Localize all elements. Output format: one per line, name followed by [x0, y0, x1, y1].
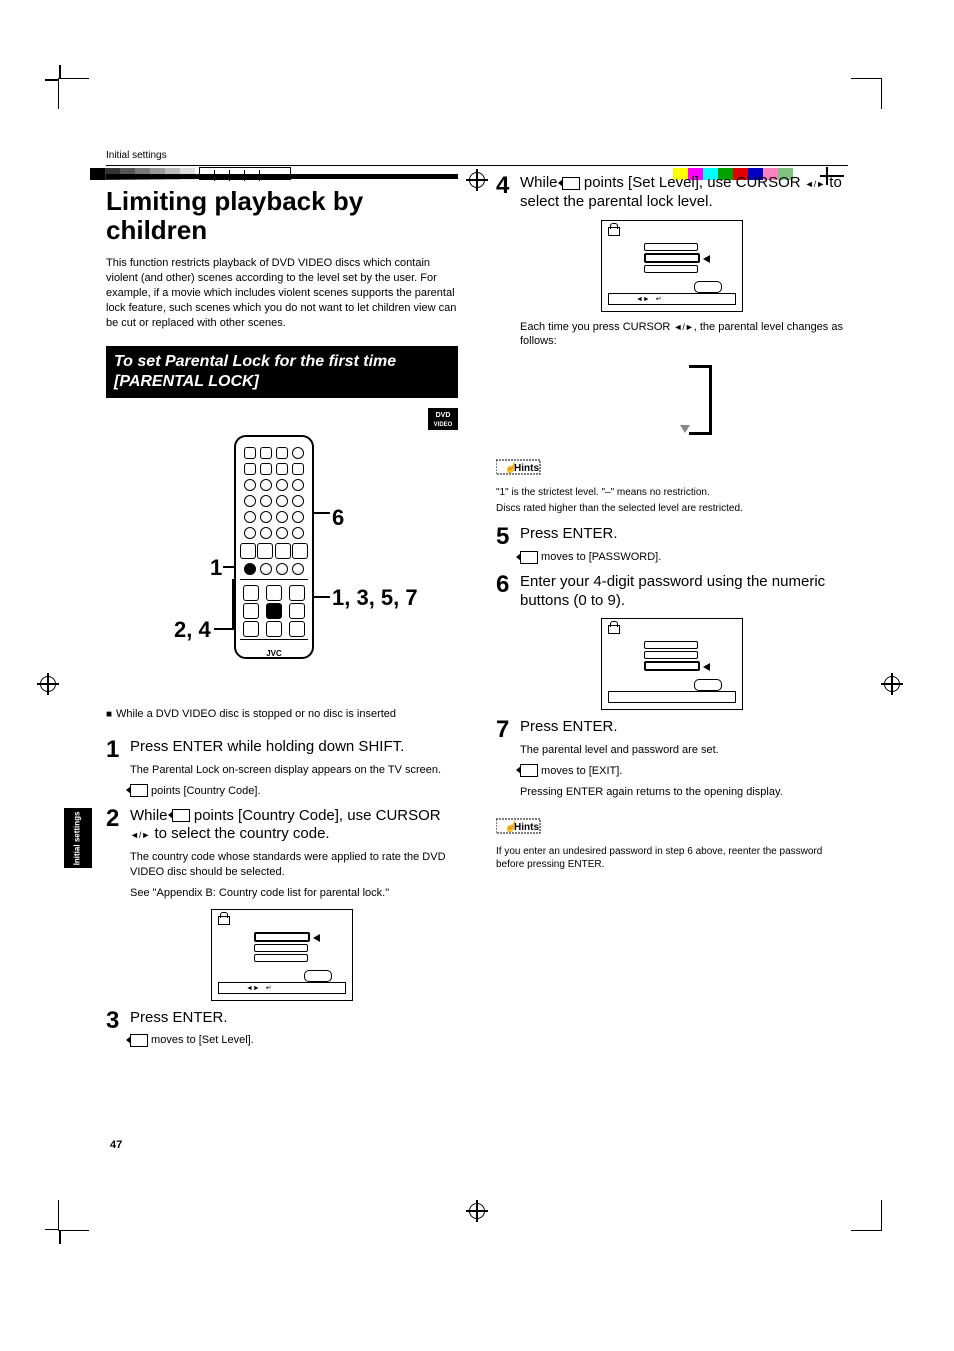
step-number-7: 7 [496, 718, 520, 742]
left-column: Limiting playback by children This funct… [106, 174, 458, 1056]
svg-text:VIDEO: VIDEO [434, 422, 453, 428]
crop-mark [58, 78, 89, 109]
step-number-2: 2 [106, 807, 130, 831]
level-cycle-diagram [612, 357, 732, 437]
osd-screen-country: ◄► ↵ [211, 909, 353, 1001]
intro-text: This function restricts playback of DVD … [106, 256, 458, 330]
page-number: 47 [110, 1139, 122, 1151]
cursor-icon [130, 784, 148, 797]
step-2-text: While points [Country Code], use CURSOR … [130, 807, 441, 843]
cursor-icon [130, 1034, 148, 1047]
breadcrumb: Initial settings [106, 150, 848, 161]
lock-icon [218, 914, 230, 924]
hint-1-line1: "1" is the strictest level. "–" means no… [496, 486, 848, 500]
step-7-sub1: The parental level and password are set. [520, 743, 848, 758]
step-4-text: While points [Set Level], use CURSOR ◄/►… [520, 174, 842, 210]
page-title: Limiting playback by children [106, 187, 458, 244]
callout-1357: 1, 3, 5, 7 [332, 585, 418, 611]
osd-screen-password [601, 618, 743, 710]
hint-2: If you enter an undesired password in st… [496, 845, 848, 872]
header-rule [106, 165, 848, 166]
cursor-icon [562, 177, 580, 190]
step-7-sub2: moves to [EXIT]. [520, 764, 848, 779]
pre-step-text: ■While a DVD VIDEO disc is stopped or no… [106, 707, 458, 722]
registration-mark-bottom [469, 1200, 485, 1221]
step-1-text: Press ENTER while holding down SHIFT. [130, 738, 404, 755]
remote-figure: JVC 6 1 1, 3, 5, 7 2, 4 [106, 435, 458, 695]
step-6-text: Enter your 4-digit password using the nu… [520, 573, 825, 609]
registration-mark-left [40, 676, 56, 694]
remote-logo: JVC [236, 649, 312, 658]
step-4-sub1: Each time you press CURSOR ◄/►, the pare… [520, 320, 848, 350]
crop-mark [851, 78, 882, 109]
callout-6: 6 [332, 505, 344, 531]
cursor-icon [520, 551, 538, 564]
step-5-sub1: moves to [PASSWORD]. [520, 550, 848, 565]
step-1-sub1: The Parental Lock on-screen display appe… [130, 763, 458, 778]
cursor-icon [520, 764, 538, 777]
section-heading: To set Parental Lock for the first time … [106, 346, 458, 398]
crop-mark [58, 1200, 89, 1231]
step-2-sub2: See "Appendix B: Country code list for p… [130, 886, 458, 901]
svg-text:Hints: Hints [514, 463, 539, 474]
step-number-5: 5 [496, 525, 520, 549]
svg-text:DVD: DVD [436, 412, 451, 419]
step-2-sub1: The country code whose standards were ap… [130, 850, 458, 880]
cursor-icon [172, 809, 190, 822]
callout-24: 2, 4 [174, 617, 211, 643]
right-column: 4 While points [Set Level], use CURSOR ◄… [496, 174, 848, 1056]
step-number-6: 6 [496, 573, 520, 597]
side-tab: Initial settings [64, 808, 92, 868]
title-rule [106, 174, 458, 179]
hints-badge: ☝Hints [496, 816, 542, 841]
lock-icon [608, 623, 620, 633]
step-number-3: 3 [106, 1009, 130, 1033]
osd-screen-level: ◄► ↵ [601, 220, 743, 312]
step-7-sub3: Pressing ENTER again returns to the open… [520, 785, 848, 800]
step-3-text: Press ENTER. [130, 1009, 228, 1026]
step-1-sub2: points [Country Code]. [130, 784, 458, 799]
lock-icon [608, 225, 620, 235]
step-number-1: 1 [106, 738, 130, 762]
step-number-4: 4 [496, 174, 520, 198]
dvd-video-badge: DVD VIDEO [428, 408, 458, 435]
callout-1: 1 [210, 555, 222, 581]
hints-badge: ☝Hints [496, 457, 542, 482]
svg-text:Hints: Hints [514, 822, 539, 833]
crop-mark [851, 1200, 882, 1231]
remote-control-illustration: JVC [234, 435, 314, 659]
step-5-text: Press ENTER. [520, 525, 618, 542]
print-marks-top [0, 75, 954, 115]
hint-1-line2: Discs rated higher than the selected lev… [496, 502, 848, 516]
step-3-sub1: moves to [Set Level]. [130, 1033, 458, 1048]
page: Initial settings Limiting playback by ch… [0, 0, 954, 1351]
step-7-text: Press ENTER. [520, 718, 618, 735]
registration-mark-right [884, 676, 900, 694]
